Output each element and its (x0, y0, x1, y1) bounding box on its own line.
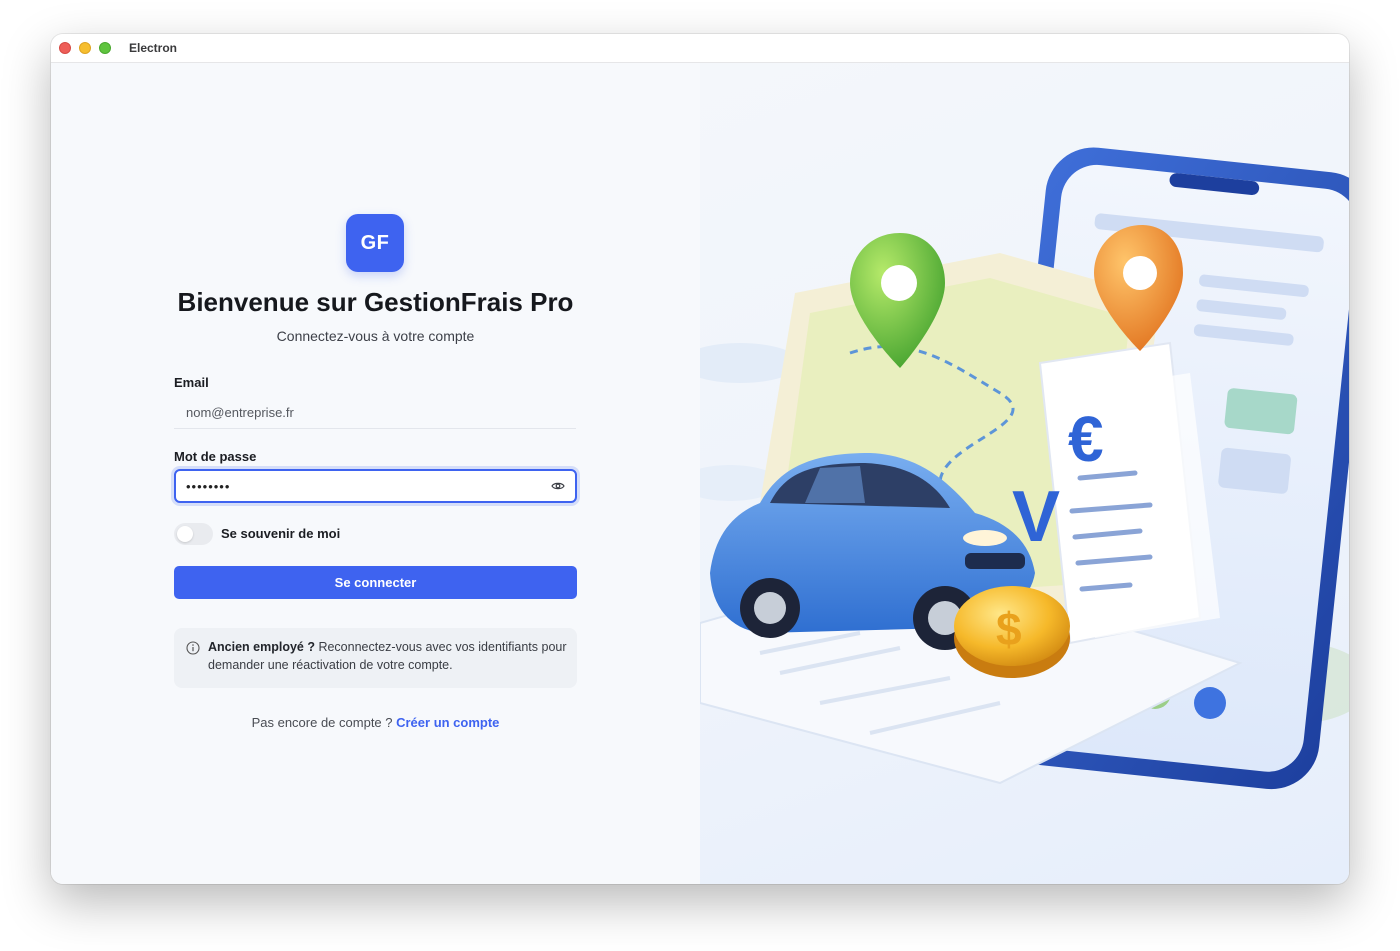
email-field[interactable] (174, 397, 576, 429)
remember-me-toggle[interactable] (174, 523, 213, 545)
info-text: Ancien employé ? Reconnectez-vous avec v… (208, 638, 568, 674)
page-title: Bienvenue sur GestionFrais Pro (177, 287, 574, 317)
create-account-link[interactable]: Créer un compte (396, 715, 499, 730)
toggle-knob (177, 526, 193, 542)
close-button[interactable] (59, 42, 71, 54)
info-notice: Ancien employé ? Reconnectez-vous avec v… (174, 628, 577, 688)
app-logo: GF (346, 214, 404, 272)
email-label: Email (174, 375, 209, 390)
hero-illustration: € V $ (700, 147, 1349, 790)
app-window: Electron GF Bienvenue sur GestionFrais P… (51, 34, 1349, 884)
signup-prompt-text: Pas encore de compte ? (251, 715, 397, 730)
minimize-button[interactable] (79, 42, 91, 54)
signup-prompt: Pas encore de compte ? Créer un compte (51, 715, 700, 730)
title-bar: Electron (51, 34, 1349, 63)
password-field-wrapper (174, 469, 577, 503)
info-icon (186, 641, 200, 655)
hero-illustration-panel: € V $ (700, 63, 1349, 884)
password-label: Mot de passe (174, 449, 257, 464)
remember-me-label: Se souvenir de moi (221, 526, 341, 541)
coin-illustration: $ (954, 586, 1070, 678)
page-subtitle: Connectez-vous à votre compte (276, 328, 475, 344)
info-bold-text: Ancien employé ? (208, 640, 315, 654)
euro-icon: € (1068, 403, 1104, 475)
zoom-button[interactable] (99, 42, 111, 54)
window-title: Electron (129, 41, 178, 55)
login-panel: GF Bienvenue sur GestionFrais Pro Connec… (51, 63, 700, 884)
login-button[interactable]: Se connecter (174, 566, 577, 599)
dollar-icon: $ (996, 603, 1022, 655)
password-field[interactable] (176, 471, 536, 501)
window-controls (59, 42, 111, 54)
eye-icon[interactable] (550, 479, 566, 493)
